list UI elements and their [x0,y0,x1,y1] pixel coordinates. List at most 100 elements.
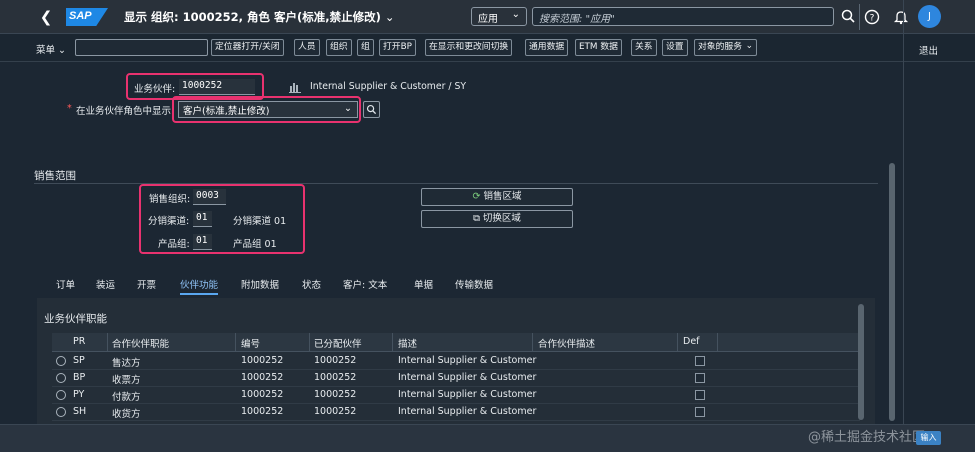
search-input[interactable]: 搜索范围: "应用" [532,7,834,26]
cell-pr: BP [73,372,86,383]
enter-button[interactable]: 输入 [916,431,941,445]
toolbar-button-organization[interactable]: 组织 [326,39,352,56]
default-checkbox[interactable] [695,407,705,417]
avatar[interactable]: J [918,5,941,28]
search-scope-select[interactable]: 应用 ⌄ [471,7,527,26]
chevron-down-icon: ⌄ [384,10,395,24]
switch-area-button[interactable]: ⧉ 切换区域 [421,210,573,228]
table-row[interactable]: SH 收货方 1000252 1000252 Internal Supplier… [52,404,860,421]
column-header[interactable]: PR [73,336,85,347]
cell-function: 收货方 [112,409,141,420]
tab-additional-data[interactable]: 附加数据 [241,277,279,291]
tab-shipping[interactable]: 装运 [96,277,115,291]
sales-area-icon: ⟳ [472,191,481,202]
cell-pr: SH [73,406,87,417]
table-row[interactable]: PY 付款方 1000252 1000252 Internal Supplier… [52,387,860,404]
help-icon[interactable]: ? [862,7,882,27]
row-select-radio[interactable] [56,373,66,383]
divider [309,333,310,352]
partner-description: Internal Supplier & Customer / SY [310,81,467,92]
role-search-button[interactable] [363,101,380,118]
chevron-down-icon: ⌄ [745,41,753,51]
chevron-down-icon: ⌄ [58,45,67,56]
sap-logo[interactable]: SAP [66,8,108,26]
column-header[interactable]: 已分配伙伴 [314,336,362,350]
default-checkbox[interactable] [695,356,705,366]
toolbar-button-object-services[interactable]: 对象的服务 ⌄ [694,39,757,56]
switch-area-icon: ⧉ [473,213,480,224]
row-select-radio[interactable] [56,356,66,366]
cell-number: 1000252 [241,372,284,383]
toolbar-button-toggle-display-change[interactable]: 在显示和更改间切换 [425,39,513,56]
toolbar-button-person[interactable]: 人员 [294,39,320,56]
toolbar-button-object-services-label: 对象的服务 [698,42,742,52]
bell-icon[interactable] [891,7,911,27]
tab-transfer-data[interactable]: 传输数据 [455,277,493,291]
toolbar-button-relationships[interactable]: 关系 [631,39,657,56]
cell-number: 1000252 [241,389,284,400]
command-field[interactable] [75,39,208,56]
divider [903,0,904,452]
divider [235,333,236,352]
sap-logo-text: SAP [69,10,92,22]
menu-label: 菜单 [36,45,56,56]
cell-number: 1000252 [241,355,284,366]
toolbar-button-general-data[interactable]: 通用数据 [525,39,569,56]
column-header[interactable]: 合作伙伴职能 [112,336,169,350]
tab-status[interactable]: 状态 [302,277,321,291]
chevron-down-icon: ⌄ [511,9,520,20]
cell-description: Internal Supplier & Customer [398,389,537,400]
table-row[interactable]: SP 售达方 1000252 1000252 Internal Supplier… [52,353,860,370]
table-scrollbar[interactable] [858,304,864,420]
cell-assigned: 1000252 [314,406,357,417]
column-header[interactable]: 合作伙伴描述 [538,336,595,350]
vertical-scrollbar[interactable] [889,163,895,421]
divider [392,333,393,352]
toolbar-button-locator[interactable]: 定位器打开/关闭 [211,39,284,56]
cell-function: 售达方 [112,358,141,369]
cell-description: Internal Supplier & Customer [398,355,537,366]
page-title[interactable]: 显示 组织: 1000252, 角色 客户(标准,禁止修改) ⌄ [124,9,395,25]
column-header[interactable]: 描述 [398,336,417,350]
tab-orders[interactable]: 订单 [56,277,75,291]
page-title-text: 显示 组织: 1000252, 角色 客户(标准,禁止修改) [124,10,381,24]
row-select-radio[interactable] [56,390,66,400]
cell-pr: PY [73,389,85,400]
table-header: PR 合作伙伴职能 编号 已分配伙伴 描述 合作伙伴描述 Def [52,333,860,352]
svg-text:?: ? [870,14,875,24]
back-icon[interactable]: ❮ [36,7,56,27]
sales-area-button[interactable]: ⟳ 销售区域 [421,188,573,206]
organization-icon [289,83,301,93]
divider [677,333,678,352]
role-label: 在业务伙伴角色中显示: [76,106,175,117]
cell-description: Internal Supplier & Customer [398,406,537,417]
search-placeholder: 搜索范围: "应用" [539,14,615,25]
tab-documents[interactable]: 单据 [414,277,433,291]
cell-assigned: 1000252 [314,355,357,366]
toolbar-button-etm-data[interactable]: ETM 数据 [575,39,622,56]
column-header[interactable]: Def [683,336,700,347]
switch-area-button-label: 切换区域 [482,213,521,224]
default-checkbox[interactable] [695,373,705,383]
cell-description: Internal Supplier & Customer [398,372,537,383]
cell-number: 1000252 [241,406,284,417]
search-scope-value: 应用 [478,14,498,25]
menu-button[interactable]: 菜单 ⌄ [36,42,66,56]
toolbar-button-open-bp[interactable]: 打开BP [379,39,416,56]
tab-customer-text[interactable]: 客户: 文本 [343,277,387,291]
toolbar-button-group[interactable]: 组 [357,39,374,56]
exit-button[interactable]: 退出 [919,43,938,57]
row-select-radio[interactable] [56,407,66,417]
divider [717,333,718,352]
search-icon[interactable] [840,8,856,24]
table-row[interactable]: BP 收票方 1000252 1000252 Internal Supplier… [52,370,860,387]
highlight-box [139,184,305,254]
partner-functions-title: 业务伙伴职能 [44,313,107,325]
tab-partner-functions[interactable]: 伙伴功能 [180,277,219,295]
tab-billing[interactable]: 开票 [137,277,156,291]
sales-area-button-label: 销售区域 [483,191,522,202]
toolbar-button-settings[interactable]: 设置 [662,39,688,56]
column-header[interactable]: 编号 [241,336,260,350]
default-checkbox[interactable] [695,390,705,400]
cell-assigned: 1000252 [314,389,357,400]
